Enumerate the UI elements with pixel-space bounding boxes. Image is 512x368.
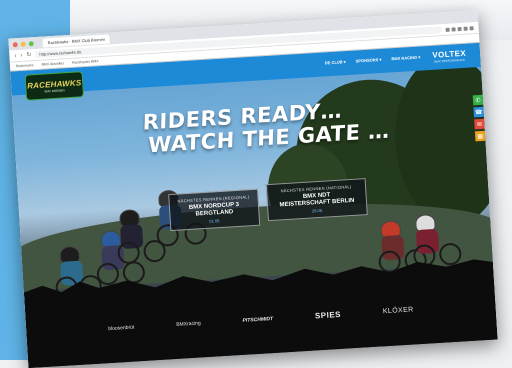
sponsor-logo[interactable]: SPIES <box>315 310 342 321</box>
nav-item-club[interactable]: DE CLUB ▾ <box>325 59 346 65</box>
sponsor-logo[interactable]: KLÖXER <box>383 306 414 315</box>
bookmark-item[interactable]: Bookmarks <box>16 63 34 68</box>
maximize-window-icon[interactable] <box>28 40 34 46</box>
calendar-icon[interactable]: ▦ <box>474 130 486 142</box>
sponsor-logo[interactable]: PITSCHMIDT <box>242 316 273 324</box>
close-window-icon[interactable] <box>12 41 18 47</box>
side-contact-buttons: ✆ ☎ ✉ ▦ <box>472 94 486 142</box>
brand-tagline: BMX PERFORMANCE <box>434 57 466 64</box>
sponsor-brand[interactable]: VOLTEX BMX PERFORMANCE <box>432 49 467 64</box>
event-card-national[interactable]: NÄCHSTES RENNEN (NATIONAL) BMX NDT MEIST… <box>265 178 368 222</box>
website-hero: DE CLUB ▾ SPONSORS ▾ BMX RACING ▾ VOLTEX… <box>10 42 498 368</box>
phone-icon[interactable]: ☎ <box>473 106 485 118</box>
forward-icon[interactable]: › <box>20 52 22 58</box>
sponsor-logo[interactable]: BMXracing <box>176 320 201 327</box>
bookmark-item[interactable]: BMX Aktuelles <box>41 61 64 66</box>
whatsapp-icon[interactable]: ✆ <box>472 94 484 106</box>
browser-window: Rachhawks - BMX Club Bremen ‹ › ↻ http:/… <box>8 9 498 368</box>
logo-subtext: BMX BREMEN <box>44 87 65 94</box>
nav-item-sponsors[interactable]: SPONSORS ▾ <box>356 57 382 64</box>
bookmark-item[interactable]: Racehawks BMX <box>72 59 99 65</box>
club-logo[interactable]: RACEHAWKS BMX BREMEN <box>24 71 85 101</box>
rider <box>378 220 428 274</box>
rider <box>117 208 167 265</box>
rider <box>412 213 462 268</box>
event-card-regional[interactable]: NÄCHSTES RENNEN (REGIONAL) BMX NORDCUP 3… <box>168 188 261 232</box>
main-menu: DE CLUB ▾ SPONSORS ▾ BMX RACING ▾ <box>325 55 421 66</box>
reload-icon[interactable]: ↻ <box>26 51 31 58</box>
minimize-window-icon[interactable] <box>20 41 26 47</box>
extension-icons[interactable] <box>445 25 474 32</box>
sponsor-logo[interactable]: bloosenbrüt <box>108 324 134 332</box>
nav-item-bmx-racing[interactable]: BMX RACING ▾ <box>391 55 420 62</box>
rider <box>55 245 103 300</box>
mail-icon[interactable]: ✉ <box>474 118 485 130</box>
back-icon[interactable]: ‹ <box>14 53 16 59</box>
